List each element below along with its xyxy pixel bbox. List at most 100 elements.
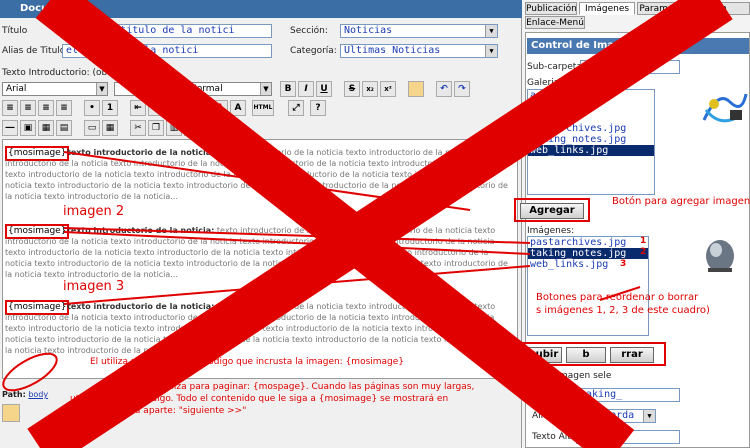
chevron-down-icon: ▼ bbox=[485, 25, 497, 37]
annotation-line-3: utilizamos este código. Todo el contenid… bbox=[70, 394, 449, 404]
path-label: Path: bbox=[2, 390, 26, 399]
list-item-selected[interactable]: taking_notes.jpg bbox=[528, 248, 648, 259]
paragraph-lead: texto introductorio de la noticia: bbox=[67, 148, 215, 157]
annotation-line-4: una página aparte: "siguiente >>" bbox=[90, 406, 247, 416]
background-color-icon[interactable]: A bbox=[230, 100, 246, 116]
annotation-line-2: "P" se utiliza para paginar: {mospage}. … bbox=[130, 382, 475, 392]
tab-publicacion[interactable]: Publicación bbox=[525, 2, 577, 15]
numbered-list-icon[interactable]: 1 bbox=[102, 100, 118, 116]
settings-panel: Publicación Imágenes Parametros In Enlac… bbox=[514, 0, 750, 448]
list-item[interactable]: pastarchives.jpg bbox=[528, 123, 654, 134]
intro-paragraph-1: texto introductorio de la noticia: texto… bbox=[5, 147, 515, 202]
bold-button[interactable]: B bbox=[280, 81, 296, 97]
tab-info[interactable]: In bbox=[695, 2, 750, 15]
editor-header: Documento bbox=[0, 0, 522, 18]
label-imagen-2: imagen 2 bbox=[63, 204, 125, 219]
align-label: Alinear: bbox=[532, 411, 567, 421]
image-control-header: Control de Imagen MO bbox=[527, 38, 749, 54]
category-label: Categoría: bbox=[290, 46, 337, 56]
delete-image-button[interactable]: rrar bbox=[610, 347, 654, 363]
list-item[interactable]: pastarchives.jpg bbox=[528, 237, 648, 248]
annotation-line-1: El utiliza para generar el código que in… bbox=[90, 357, 405, 367]
superscript-button[interactable]: x² bbox=[380, 81, 396, 97]
list-item[interactable]: web_links.jpg bbox=[528, 259, 648, 270]
pagebreak-icon[interactable] bbox=[2, 404, 20, 422]
tab-imagenes[interactable]: Imágenes bbox=[579, 2, 635, 15]
redo-button[interactable]: ↷ bbox=[454, 81, 470, 97]
cut-icon[interactable]: ✂ bbox=[130, 120, 146, 136]
align-center-icon[interactable]: ≡ bbox=[20, 100, 36, 116]
link-icon[interactable]: ⚓ bbox=[176, 100, 192, 116]
move-down-button[interactable]: b bbox=[566, 347, 606, 363]
undo-button[interactable]: ↶ bbox=[436, 81, 452, 97]
tab-parametros[interactable]: Parametros bbox=[637, 2, 693, 15]
chevron-down-icon: ▼ bbox=[96, 83, 107, 95]
cube-icon[interactable]: ▣ bbox=[20, 120, 36, 136]
list-item-selected[interactable]: web_links.jpg bbox=[528, 145, 654, 156]
gallery-preview-image bbox=[700, 80, 748, 136]
indent-icon[interactable]: ⇥ bbox=[148, 100, 164, 116]
align-left-icon[interactable]: ≡ bbox=[2, 100, 18, 116]
add-image-button[interactable]: Agregar bbox=[520, 203, 584, 219]
table-grid-icon[interactable]: ▦ bbox=[102, 120, 118, 136]
move-up-button[interactable]: subir bbox=[526, 347, 562, 363]
font-family-select[interactable]: Arial ▼ bbox=[2, 82, 108, 96]
gallery-list[interactable]: arti a g pastarchives.jpg taking_notes.j… bbox=[527, 89, 655, 195]
paste-text-icon[interactable]: ▥ bbox=[166, 120, 182, 136]
outdent-icon[interactable]: ⇤ bbox=[130, 100, 146, 116]
alt-text-input[interactable]: past bbox=[576, 430, 680, 444]
image-number-1: 1 bbox=[640, 236, 647, 246]
title-input[interactable]: te es el titulo de la notici bbox=[62, 24, 272, 38]
paragraph-format-select[interactable]: Normal ▼ bbox=[186, 82, 272, 96]
align-right-icon[interactable]: ≡ bbox=[38, 100, 54, 116]
align-select[interactable]: Izquierda ▼ bbox=[576, 409, 656, 423]
tab-enlace-menu[interactable]: Enlace-Menú bbox=[525, 16, 585, 29]
path-body-link[interactable]: body bbox=[28, 390, 48, 399]
image-number-2: 2 bbox=[640, 247, 647, 257]
paragraph-lead: texto introductorio de la noticia: bbox=[67, 302, 215, 311]
label-number-1: 1 bbox=[435, 198, 444, 213]
paste-icon[interactable] bbox=[408, 81, 424, 97]
label-imagen-3: imagen 3 bbox=[63, 279, 125, 294]
unlink-icon[interactable]: ✂ bbox=[194, 100, 210, 116]
intro-paragraph-3: texto introductorio de la noticia: texto… bbox=[5, 301, 515, 356]
help-icon[interactable]: ? bbox=[310, 100, 326, 116]
italic-button[interactable]: I bbox=[298, 81, 314, 97]
intro-paragraph-2: texto introductorio de la noticia: texto… bbox=[5, 225, 515, 280]
images-label: Imágenes: bbox=[527, 226, 575, 236]
list-item[interactable]: g bbox=[528, 112, 654, 123]
images-list[interactable]: pastarchives.jpg taking_notes.jpg web_li… bbox=[527, 236, 649, 336]
paste-word-icon[interactable]: W bbox=[184, 120, 200, 136]
alias-input[interactable]: el titulo de la notici bbox=[62, 44, 272, 58]
section-select[interactable]: Noticias ▼ bbox=[340, 24, 498, 38]
subfolder-label: Sub-carpeta: bbox=[527, 62, 585, 72]
title-label: Título bbox=[2, 26, 28, 36]
html-source-button[interactable]: HTML bbox=[252, 100, 274, 116]
save-icon[interactable]: ▤ bbox=[56, 120, 72, 136]
section-select-value: Noticias bbox=[344, 25, 393, 36]
subscript-button[interactable]: x₂ bbox=[362, 81, 378, 97]
list-item[interactable]: arti bbox=[528, 90, 654, 101]
image-icon[interactable]: ▦ bbox=[38, 120, 54, 136]
list-item[interactable]: a bbox=[528, 101, 654, 112]
strikethrough-button[interactable]: S bbox=[344, 81, 360, 97]
subfolder-select[interactable]: / bbox=[580, 60, 680, 74]
underline-button[interactable]: U bbox=[316, 81, 332, 97]
horizontal-rule-icon[interactable]: ― bbox=[2, 120, 18, 136]
text-color-icon[interactable]: A bbox=[212, 100, 228, 116]
content-editor-panel: Documento Título te es el titulo de la n… bbox=[0, 0, 522, 448]
category-select[interactable]: Ultimas Noticias ▼ bbox=[340, 44, 498, 58]
bullet-list-icon[interactable]: • bbox=[84, 100, 100, 116]
fullscreen-icon[interactable]: ⤢ bbox=[288, 100, 304, 116]
editor-path-bar: Path: body bbox=[2, 390, 48, 399]
section-label: Sección: bbox=[290, 26, 328, 36]
intro-text-editor[interactable]: {mosimage} texto introductorio de la not… bbox=[2, 139, 518, 379]
align-justify-icon[interactable]: ≡ bbox=[56, 100, 72, 116]
font-size-select[interactable]: ▼ bbox=[114, 82, 180, 96]
copy-icon[interactable]: ❐ bbox=[148, 120, 164, 136]
chevron-down-icon: ▼ bbox=[643, 410, 655, 422]
chevron-down-icon: ▼ bbox=[260, 83, 271, 95]
origin-input[interactable]: taking_ bbox=[576, 388, 680, 402]
table-icon[interactable]: ▭ bbox=[84, 120, 100, 136]
list-item[interactable]: taking_notes.jpg bbox=[528, 134, 654, 145]
